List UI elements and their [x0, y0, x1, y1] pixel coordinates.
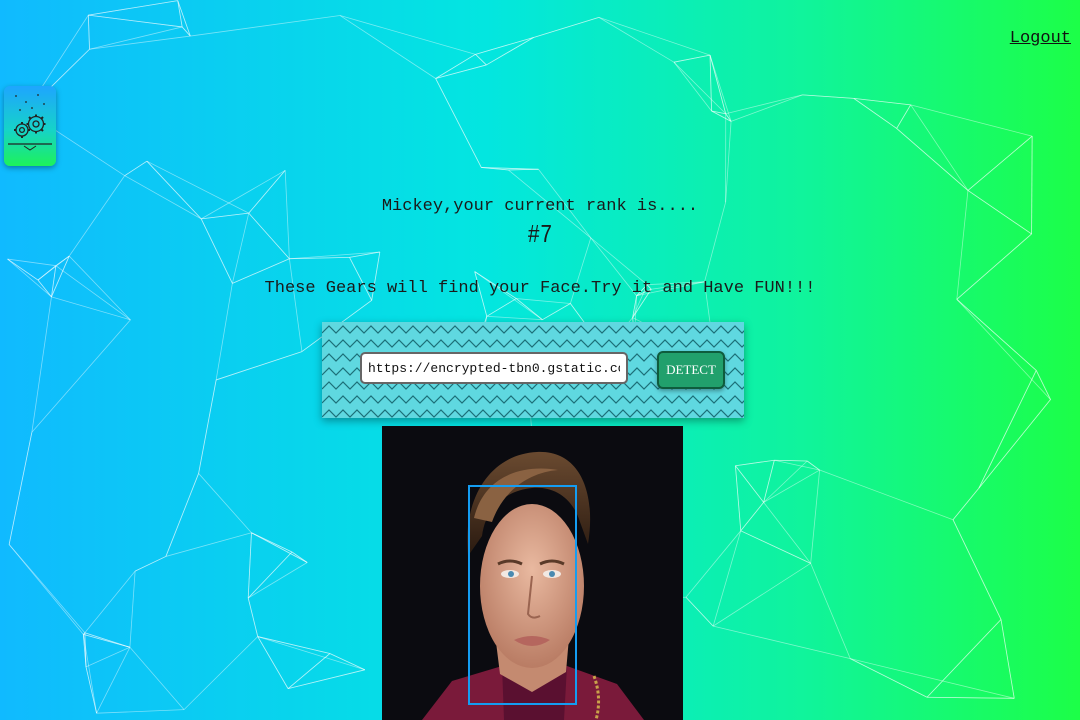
image-url-input[interactable] — [360, 352, 628, 384]
gears-icon — [8, 94, 52, 151]
logout-link[interactable]: Logout — [1010, 29, 1071, 48]
detect-button[interactable]: DETECT — [657, 351, 725, 389]
rank-value: #7 — [527, 220, 553, 250]
face-detection-box — [468, 485, 577, 705]
tagline: These Gears will find your Face.Try it a… — [264, 279, 816, 298]
detect-form: DETECT — [322, 322, 744, 418]
rank-message: Mickey,your current rank is.... — [381, 197, 699, 216]
app-logo[interactable] — [4, 86, 56, 166]
uploaded-photo — [382, 426, 683, 720]
